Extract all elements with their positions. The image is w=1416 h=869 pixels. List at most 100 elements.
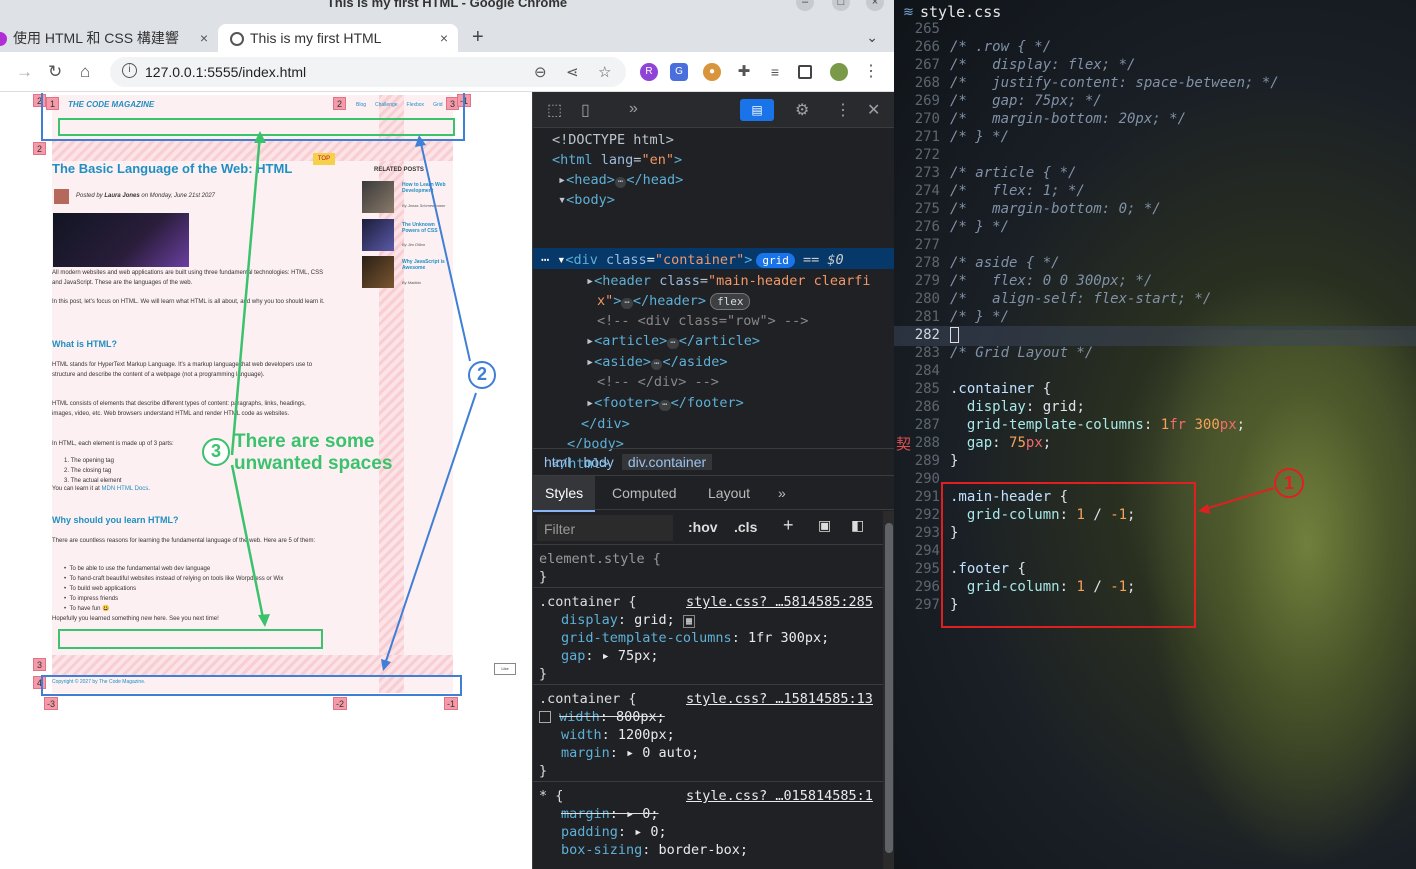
styles-filter-input[interactable]: Filter: [537, 515, 673, 541]
dom-text: <!DOCTYPE html>: [552, 132, 674, 148]
annotation-arrow-red: [1198, 487, 1275, 514]
tab-close-icon[interactable]: ×: [440, 24, 448, 52]
annotation-line: There are some: [234, 431, 375, 452]
css-property[interactable]: width: 800px;: [539, 708, 665, 726]
dom-node-selected[interactable]: ⋯ ▾<div class="container"> grid == $0: [541, 250, 844, 271]
dom-node[interactable]: ▸<article> ⋯ </article>: [586, 331, 760, 352]
css-property[interactable]: padding: ▸ 0;: [561, 823, 667, 841]
breadcrumb-item-current[interactable]: div.container: [621, 454, 713, 470]
address-bar[interactable]: i 127.0.0.1:5555/index.html ⊖ ⋖ ☆: [110, 57, 626, 87]
style-rules: element.style { } .container { style.css…: [533, 545, 883, 869]
breadcrumb-item[interactable]: html: [544, 454, 570, 470]
dom-node[interactable]: <!DOCTYPE html>: [552, 130, 674, 151]
rule-selector[interactable]: .container {: [539, 593, 637, 611]
dom-node[interactable]: ▸<aside> ⋯ </aside>: [586, 352, 728, 373]
issues-badge-icon[interactable]: ▤: [740, 99, 774, 121]
styles-filter-bar: Filter :hov .cls + ▣ ◧: [533, 511, 883, 545]
bookmark-star-icon[interactable]: ☆: [598, 63, 611, 81]
new-tab-button[interactable]: +: [472, 22, 484, 52]
paint-icon[interactable]: ▣: [818, 517, 831, 534]
menu-kebab-icon[interactable]: ⋮: [862, 63, 880, 81]
css-property[interactable]: grid-template-columns: 1fr 300px;: [561, 629, 829, 647]
tab-layout[interactable]: Layout: [708, 476, 750, 510]
window-title: This is my first HTML - Google Chrome: [326, 0, 568, 10]
rule-source-link[interactable]: style.css? …15814585:13: [686, 690, 873, 708]
more-tabs-icon[interactable]: »: [778, 476, 786, 510]
translate-extension-icon[interactable]: G: [670, 63, 688, 81]
flex-badge[interactable]: flex: [709, 293, 751, 310]
rule-selector[interactable]: * {: [539, 787, 563, 805]
screen: This is my first HTML - Google Chrome – …: [0, 0, 1416, 869]
dom-comment[interactable]: <!-- </div> -->: [597, 372, 719, 393]
tab-strip: 使用 HTML 和 CSS 構建響 × This is my first HTM…: [0, 22, 894, 52]
cookie-extension-icon[interactable]: ●: [703, 63, 721, 81]
rule-source-link[interactable]: style.css? …5814585:285: [686, 593, 873, 611]
hov-toggle[interactable]: :hov: [688, 519, 718, 535]
side-panel-icon[interactable]: [798, 65, 812, 79]
breadcrumb-item[interactable]: body: [583, 454, 613, 470]
grid-badge[interactable]: grid: [756, 253, 795, 268]
dom-node[interactable]: </div>: [581, 414, 630, 435]
css-property[interactable]: width: 1200px;: [561, 726, 675, 744]
scrollbar-thumb[interactable]: [885, 523, 893, 853]
device-toolbar-icon[interactable]: ▯: [581, 100, 590, 120]
dom-node[interactable]: ▾<body>: [558, 190, 615, 211]
grid-editor-icon[interactable]: ▦: [682, 615, 695, 628]
code-editor: ≋ style.css 265 266/* .row { */267/* disp…: [894, 0, 1416, 869]
property-checkbox[interactable]: [539, 711, 551, 723]
sidebar-toggle-icon[interactable]: ◧: [851, 517, 864, 534]
rule-selector[interactable]: .container {: [539, 690, 637, 708]
inspect-element-icon[interactable]: ⬚: [547, 100, 562, 120]
extensions-puzzle-icon[interactable]: ✚: [735, 63, 753, 81]
annotation-line: unwanted spaces: [234, 453, 393, 474]
dom-node[interactable]: ▸<head> ⋯ </head>: [558, 170, 683, 191]
home-icon[interactable]: ⌂: [80, 62, 90, 82]
dom-node[interactable]: ▸<header class="main-header clearfi: [586, 271, 871, 292]
page-viewport: THE CODE MAGAZINE Blog Challenge Flexbox Gr…: [0, 93, 532, 869]
tab-favicon-icon: [0, 32, 7, 47]
tab-search-icon[interactable]: ⌄: [866, 22, 878, 52]
forward-icon[interactable]: →: [16, 62, 33, 82]
tab-styles[interactable]: Styles: [533, 476, 596, 512]
more-tabs-icon[interactable]: »: [629, 100, 638, 118]
dom-node[interactable]: <html lang="en">: [552, 150, 682, 171]
annotation-number-3: 3: [202, 438, 230, 466]
green-arrow: [230, 134, 262, 456]
tab-computed[interactable]: Computed: [612, 476, 677, 510]
share-icon[interactable]: ⋖: [566, 63, 579, 81]
settings-gear-icon[interactable]: ⚙: [795, 100, 809, 120]
devtools-toolbar: ⬚ ▯ » ▤ ⚙ ⋮ ✕: [533, 92, 895, 128]
reload-icon[interactable]: ↻: [48, 62, 62, 82]
annotation-text: There are some unwanted spaces: [234, 431, 392, 475]
new-rule-icon[interactable]: +: [783, 515, 794, 536]
cls-toggle[interactable]: .cls: [734, 519, 757, 535]
css-property[interactable]: gap: ▸ 75px;: [561, 647, 659, 665]
css-property[interactable]: margin: ▸ 0 auto;: [561, 744, 699, 762]
tab-close-icon[interactable]: ×: [200, 24, 208, 52]
red-arrowhead: [1198, 504, 1210, 514]
extension-icon[interactable]: R: [640, 63, 658, 81]
css-property[interactable]: display: grid; ▦: [561, 611, 695, 631]
url-text: 127.0.0.1:5555/index.html: [145, 64, 307, 80]
zoom-icon[interactable]: ⊖: [534, 63, 547, 81]
red-arrow: [1201, 487, 1275, 511]
close-devtools-icon[interactable]: ✕: [867, 100, 880, 120]
dom-node[interactable]: ▸<footer> ⋯ </footer>: [586, 393, 744, 414]
tab-active[interactable]: This is my first HTML ×: [218, 24, 458, 52]
css-property[interactable]: margin: ▸ 0;: [561, 805, 659, 823]
green-arrow: [230, 464, 266, 624]
title-bar: This is my first HTML - Google Chrome – …: [0, 0, 894, 22]
dom-comment[interactable]: <!-- <div class="row"> -->: [597, 311, 808, 332]
rule-close-brace: }: [539, 763, 548, 779]
site-info-icon[interactable]: i: [122, 63, 137, 78]
dom-node[interactable]: x"> ⋯ </header> flex: [597, 291, 751, 312]
css-property[interactable]: box-sizing: border-box;: [561, 841, 748, 859]
devtools-menu-icon[interactable]: ⋮: [835, 100, 851, 120]
rule-source-link[interactable]: style.css? …015814585:1: [686, 787, 873, 805]
tab-inactive[interactable]: 使用 HTML 和 CSS 構建響 ×: [0, 24, 218, 52]
rule-universal: * { style.css? …015814585:1 margin: ▸ 0;…: [533, 782, 883, 869]
rule-selector[interactable]: element.style {: [539, 550, 661, 568]
devtools-panel: ⬚ ▯ » ▤ ⚙ ⋮ ✕ <!DOCTYPE html> <html lang…: [532, 92, 895, 869]
reading-list-icon[interactable]: ≡: [766, 63, 784, 81]
profile-avatar[interactable]: [830, 63, 848, 81]
